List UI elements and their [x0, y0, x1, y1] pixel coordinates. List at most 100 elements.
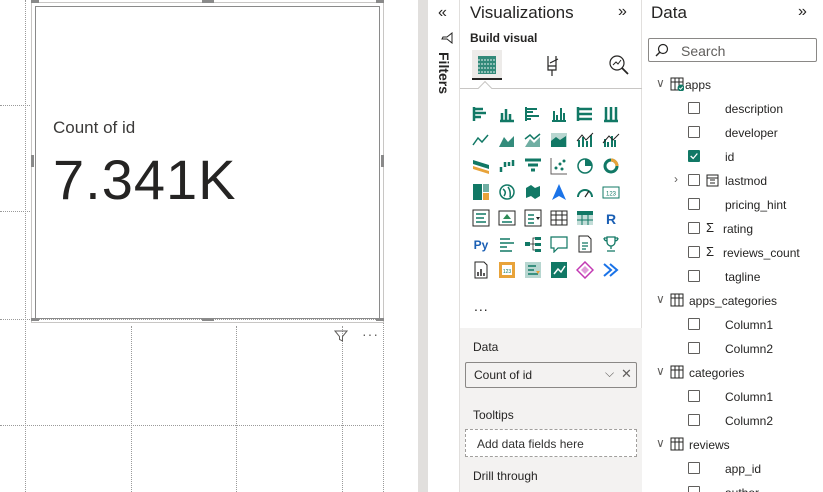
- remove-field-icon[interactable]: ✕: [621, 366, 632, 382]
- field-row-app-id[interactable]: app_id: [642, 458, 823, 480]
- filter-icon[interactable]: [334, 329, 348, 343]
- tooltips-drop-zone[interactable]: Add data fields here: [465, 429, 637, 457]
- field-row-column2[interactable]: Column2: [642, 338, 823, 360]
- map-icon[interactable]: [498, 183, 516, 201]
- analytics-tab[interactable]: [604, 50, 634, 80]
- field-row-reviews-count[interactable]: Σ reviews_count: [642, 242, 823, 264]
- python-visual-icon[interactable]: Py: [472, 235, 490, 253]
- funnel-chart-icon[interactable]: [524, 157, 542, 175]
- field-row-author[interactable]: author: [642, 482, 823, 492]
- scatter-chart-icon[interactable]: [550, 157, 568, 175]
- field-row-tagline[interactable]: tagline: [642, 266, 823, 288]
- expand-icon[interactable]: »: [618, 3, 627, 21]
- resize-handle[interactable]: [202, 318, 214, 321]
- stacked-column-chart-icon[interactable]: [498, 105, 516, 123]
- field-row-rating[interactable]: Σ rating: [642, 218, 823, 240]
- data-field-pill[interactable]: Count of id ⌵ ✕: [465, 362, 637, 388]
- power-apps-diamond-icon[interactable]: [576, 261, 594, 279]
- goals-trophy-icon[interactable]: [602, 235, 620, 253]
- field-row-developer[interactable]: developer: [642, 122, 823, 144]
- resize-handle[interactable]: [31, 318, 39, 321]
- multi-row-card-icon[interactable]: [472, 209, 490, 227]
- chevron-down-icon[interactable]: ⌵: [605, 366, 614, 381]
- ribbon-chart-icon[interactable]: [472, 157, 490, 175]
- clustered-column-chart-icon[interactable]: [550, 105, 568, 123]
- field-row-column1[interactable]: Column1: [642, 386, 823, 408]
- clustered-bar-chart-icon[interactable]: [524, 105, 542, 123]
- table-row-categories[interactable]: ∨ categories: [642, 362, 823, 384]
- field-checkbox[interactable]: [688, 174, 700, 186]
- power-automate-arrows-icon[interactable]: [602, 261, 620, 279]
- kpi-icon[interactable]: [498, 209, 516, 227]
- field-row-column1[interactable]: Column1: [642, 314, 823, 336]
- table-row-apps-categories[interactable]: ∨ apps_categories: [642, 290, 823, 312]
- r-script-visual-icon[interactable]: R: [602, 209, 620, 227]
- resize-handle[interactable]: [31, 155, 34, 167]
- report-canvas[interactable]: Count of id 7.341K ···: [0, 0, 418, 492]
- field-row-id[interactable]: id: [642, 146, 823, 168]
- resize-handle[interactable]: [31, 0, 39, 3]
- field-checkbox[interactable]: [688, 222, 700, 234]
- collapse-icon[interactable]: «: [438, 4, 447, 22]
- card-visual[interactable]: Count of id 7.341K: [35, 6, 380, 319]
- matrix-icon[interactable]: [576, 209, 594, 227]
- field-checkbox[interactable]: [688, 486, 700, 492]
- chevron-down-icon[interactable]: ∨: [656, 76, 665, 90]
- stacked-bar-chart-icon[interactable]: [472, 105, 490, 123]
- filled-map-icon[interactable]: [524, 183, 542, 201]
- field-checkbox[interactable]: [688, 318, 700, 330]
- stacked-area-chart-icon[interactable]: [524, 131, 542, 149]
- smart-narrative-icon[interactable]: [576, 235, 594, 253]
- chevron-down-icon[interactable]: ∨: [656, 364, 665, 378]
- area-chart-icon[interactable]: [498, 131, 516, 149]
- more-options-icon[interactable]: ···: [362, 326, 379, 342]
- resize-handle[interactable]: [376, 318, 384, 321]
- field-checkbox[interactable]: [688, 342, 700, 354]
- 100-stacked-area-chart-icon[interactable]: [550, 131, 568, 149]
- field-checkbox[interactable]: [688, 414, 700, 426]
- field-checkbox[interactable]: [688, 198, 700, 210]
- slicer-icon[interactable]: [524, 209, 542, 227]
- field-checkbox[interactable]: [688, 246, 700, 258]
- treemap-icon[interactable]: [472, 183, 490, 201]
- pie-chart-icon[interactable]: [576, 157, 594, 175]
- expand-icon[interactable]: »: [798, 3, 807, 21]
- resize-handle[interactable]: [376, 0, 384, 3]
- table-row-reviews[interactable]: ∨ reviews: [642, 434, 823, 456]
- field-row-column2[interactable]: Column2: [642, 410, 823, 432]
- field-checkbox[interactable]: [688, 462, 700, 474]
- field-row-lastmod[interactable]: › lastmod: [642, 170, 823, 192]
- filters-pane-collapsed[interactable]: « Filters: [428, 0, 460, 492]
- build-visual-tab[interactable]: [472, 50, 502, 80]
- field-row-description[interactable]: description: [642, 98, 823, 120]
- 100-stacked-column-chart-icon[interactable]: [602, 105, 620, 123]
- donut-chart-icon[interactable]: [602, 157, 620, 175]
- field-row-pricing-hint[interactable]: pricing_hint: [642, 194, 823, 216]
- field-checkbox[interactable]: [688, 102, 700, 114]
- waterfall-chart-icon[interactable]: [498, 157, 516, 175]
- line-and-stacked-column-chart-icon[interactable]: [576, 131, 594, 149]
- line-and-clustered-column-chart-icon[interactable]: [602, 131, 620, 149]
- power-automate-icon[interactable]: [524, 261, 542, 279]
- search-input[interactable]: Search: [648, 38, 817, 62]
- 100-stacked-bar-chart-icon[interactable]: [576, 105, 594, 123]
- qa-visual-icon[interactable]: [550, 235, 568, 253]
- power-apps-icon[interactable]: 123: [498, 261, 516, 279]
- paginated-report-icon[interactable]: [472, 261, 490, 279]
- line-chart-icon[interactable]: [472, 131, 490, 149]
- azure-map-icon[interactable]: [550, 183, 568, 201]
- table-icon[interactable]: [550, 209, 568, 227]
- card-icon[interactable]: 123: [602, 183, 620, 201]
- field-checkbox[interactable]: [688, 126, 700, 138]
- chevron-right-icon[interactable]: ›: [674, 172, 678, 186]
- chevron-down-icon[interactable]: ∨: [656, 292, 665, 306]
- gauge-icon[interactable]: [576, 183, 594, 201]
- resize-handle[interactable]: [381, 155, 384, 167]
- format-visual-tab[interactable]: [537, 50, 567, 80]
- more-visuals-icon[interactable]: ...: [474, 298, 489, 314]
- chevron-down-icon[interactable]: ∨: [656, 436, 665, 450]
- field-checkbox-checked[interactable]: [688, 150, 700, 162]
- key-influencers-icon[interactable]: [498, 235, 516, 253]
- field-checkbox[interactable]: [688, 270, 700, 282]
- decomposition-tree-icon[interactable]: [524, 235, 542, 253]
